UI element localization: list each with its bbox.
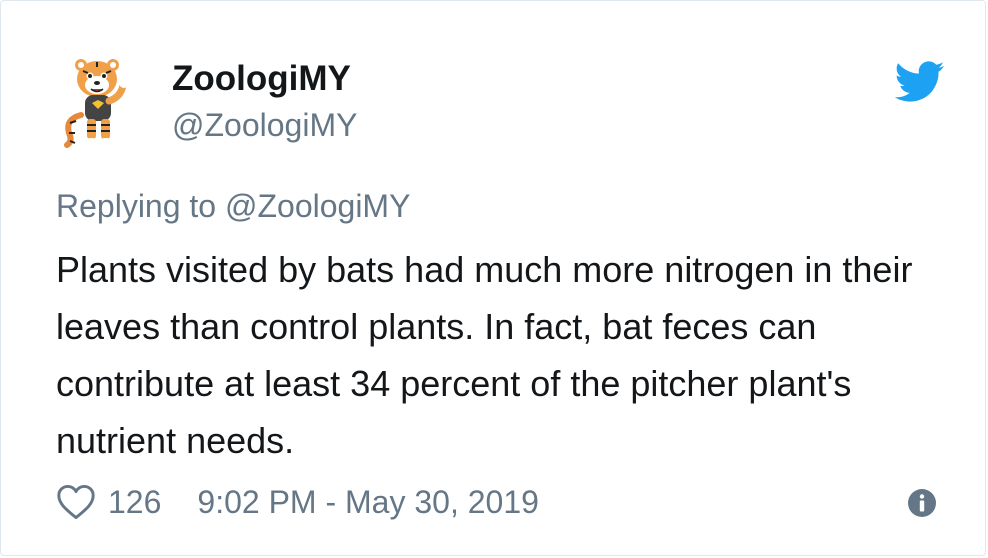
- timestamp-link[interactable]: 9:02 PM - May 30, 2019: [197, 484, 539, 521]
- heart-icon: [57, 484, 95, 520]
- tweet-text: Plants visited by bats had much more nit…: [56, 249, 913, 461]
- tweet-footer: 126 9:02 PM - May 30, 2019: [56, 479, 539, 525]
- tiger-mascot-avatar: [64, 59, 129, 148]
- like-count: 126: [108, 483, 162, 520]
- author-display-name[interactable]: ZoologiMY: [172, 59, 351, 99]
- info-icon[interactable]: [907, 488, 937, 518]
- author-handle[interactable]: @ZoologiMY: [172, 106, 357, 144]
- like-button[interactable]: 126: [56, 484, 197, 521]
- twitter-bird-icon[interactable]: [894, 61, 945, 103]
- tweet-card: ZoologiMY @ZoologiMY Replying to @Zoolog…: [0, 0, 986, 556]
- avatar[interactable]: [61, 53, 141, 153]
- replying-to-label[interactable]: Replying to @ZoologiMY: [56, 187, 410, 225]
